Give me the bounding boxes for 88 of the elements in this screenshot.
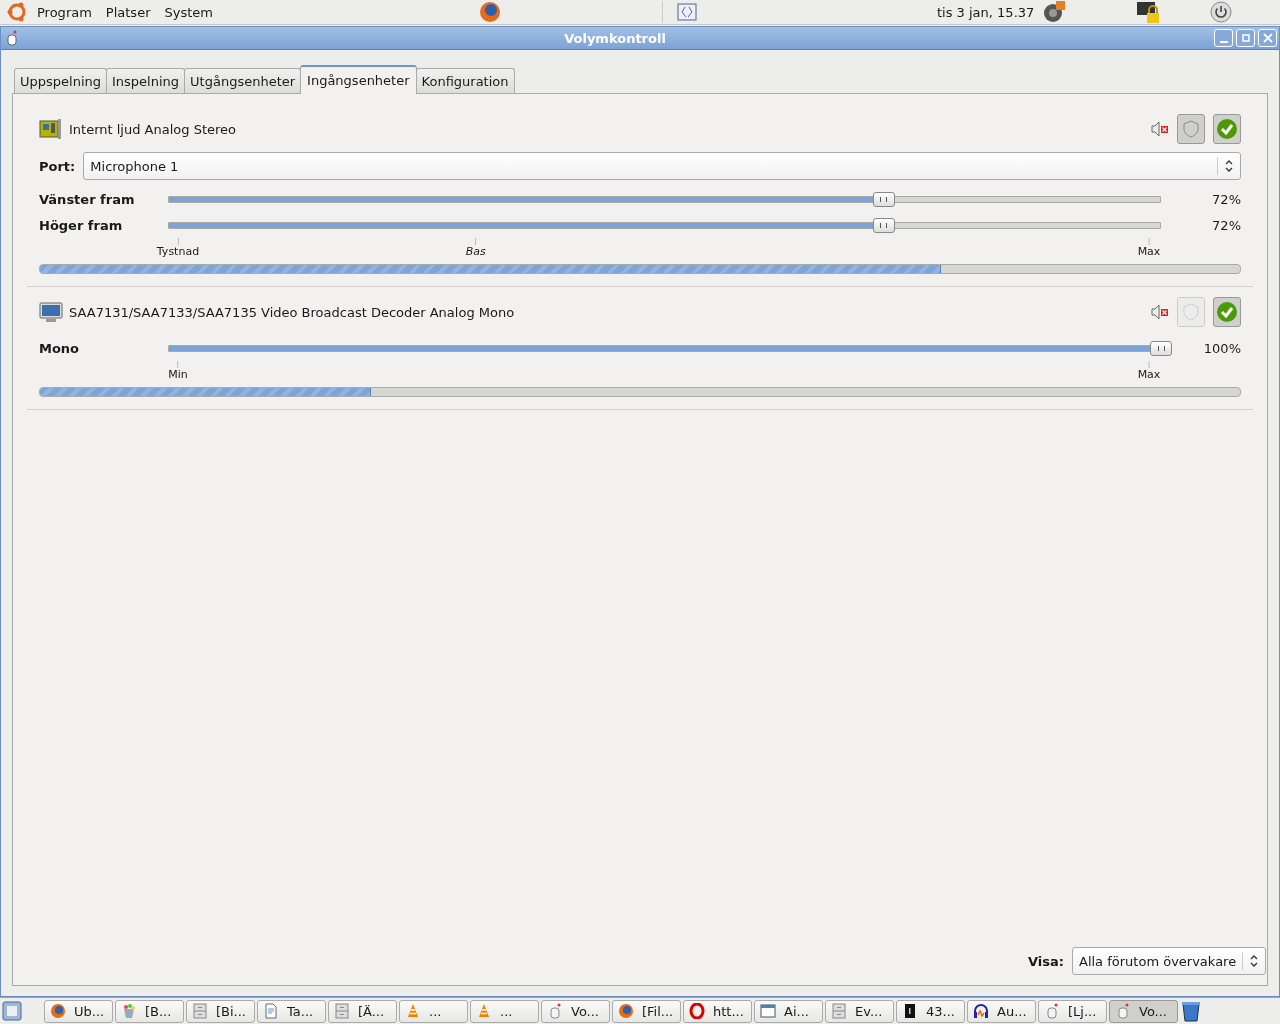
set-default-button[interactable] — [1213, 297, 1241, 327]
cabinet-icon — [831, 1003, 847, 1019]
view-dropdown[interactable]: Alla förutom övervakare — [1072, 947, 1266, 975]
checkmark-icon — [1216, 118, 1238, 140]
taskbar-button[interactable]: [Ä... — [328, 999, 397, 1023]
channel-label: Vänster fram — [39, 190, 136, 209]
monitor-icon — [39, 301, 63, 323]
traffic-cone-icon — [405, 1003, 421, 1019]
tick-label: Max — [1137, 245, 1161, 259]
tick-label: Tystnad — [156, 245, 200, 259]
volume-percent: 100% — [1202, 340, 1241, 356]
shield-icon — [1183, 303, 1199, 321]
minimize-button[interactable] — [1214, 29, 1233, 47]
logo-icon[interactable] — [6, 1, 28, 23]
paint-icon — [121, 1003, 137, 1019]
cabinet-icon — [192, 1003, 208, 1019]
microphone-icon — [1115, 1003, 1131, 1019]
panel-menu[interactable]: Platser — [98, 4, 158, 20]
traffic-cone-icon — [476, 1003, 492, 1019]
tick-label: Max — [1137, 368, 1161, 382]
channel-label: Mono — [39, 339, 81, 358]
taskbar-button[interactable]: Vo... — [1109, 999, 1178, 1023]
close-button[interactable] — [1258, 29, 1277, 47]
taskbar-button[interactable]: Ub... — [44, 999, 113, 1023]
checkmark-icon — [1216, 301, 1238, 323]
shield-icon — [1183, 120, 1199, 138]
lock-toggle-button[interactable] — [1177, 114, 1205, 144]
muted-speaker-icon[interactable] — [1151, 121, 1169, 137]
microphone-icon — [1044, 1003, 1060, 1019]
letter-o-icon — [689, 1003, 705, 1019]
taskbar-button[interactable]: Vo... — [541, 999, 610, 1023]
muted-speaker-icon[interactable] — [1151, 304, 1169, 320]
port-label: Port: — [39, 158, 76, 174]
taskbar-button[interactable]: [Fil... — [612, 999, 681, 1023]
show-desktop-icon[interactable] — [2, 1001, 22, 1021]
window-icon — [760, 1003, 776, 1019]
dropdown-arrows-icon — [1224, 159, 1234, 173]
tab[interactable]: Uppspelning — [14, 68, 107, 93]
minimize-icon — [1219, 41, 1228, 43]
device-name: Internt ljud Analog Stereo — [69, 121, 236, 137]
device-name: SAA7131/SAA7133/SAA7135 Video Broadcast Decoder Analog Mono — [69, 304, 515, 320]
dropdown-arrows-icon — [1249, 954, 1259, 968]
volume-percent: 72% — [1211, 191, 1241, 207]
taskbar-button[interactable]: ... — [470, 999, 539, 1023]
tick-label: Bas — [465, 245, 486, 259]
taskbar-button[interactable]: Ta... — [257, 999, 326, 1023]
power-icon[interactable] — [1210, 1, 1233, 23]
tick-label: Min — [168, 368, 188, 382]
cabinet-icon — [334, 1003, 350, 1019]
tab[interactable]: Utgångsenheter — [184, 68, 302, 93]
panel-menu[interactable]: Program — [30, 4, 99, 20]
lock-toggle-button[interactable] — [1177, 297, 1205, 327]
speaker-note-icon[interactable] — [1042, 0, 1067, 24]
window-title: Volymkontroll — [563, 30, 667, 46]
tab[interactable]: Konfiguration — [415, 68, 515, 93]
lock-screen-icon[interactable] — [1136, 0, 1161, 24]
taskbar-button[interactable]: Ai... — [754, 999, 823, 1023]
volume-percent: 72% — [1211, 217, 1241, 233]
sound-card-icon — [39, 118, 63, 140]
taskbar-button[interactable]: [Lj... — [1038, 999, 1107, 1023]
set-default-button[interactable] — [1213, 114, 1241, 144]
taskbar-button[interactable]: [B... — [115, 999, 184, 1023]
taskbar-button[interactable]: ... — [399, 999, 468, 1023]
taskbar-button[interactable]: Au... — [967, 999, 1036, 1023]
headphones-icon — [973, 1003, 989, 1019]
maximize-icon — [1240, 33, 1251, 43]
close-icon — [1262, 33, 1273, 43]
trash-icon[interactable] — [1180, 1000, 1202, 1022]
microphone-icon — [547, 1003, 563, 1019]
taskbar-button[interactable]: [Bi... — [186, 999, 255, 1023]
document-icon — [263, 1003, 279, 1019]
browser-icon — [50, 1003, 66, 1019]
tab[interactable]: Inspelning — [106, 68, 186, 93]
taskbar-button[interactable]: 43... — [896, 999, 965, 1023]
clock[interactable]: tis 3 jan, 15.37 — [937, 4, 1035, 20]
panel-menu[interactable]: System — [157, 4, 220, 20]
browser-icon — [618, 1003, 634, 1019]
port-dropdown[interactable]: Microphone 1 — [83, 152, 1241, 180]
terminal-icon — [902, 1003, 918, 1019]
microphone-icon[interactable] — [5, 30, 19, 46]
taskbar-button[interactable]: htt... — [683, 999, 752, 1023]
browser-icon[interactable] — [478, 0, 502, 24]
view-label: Visa: — [1028, 953, 1064, 969]
tab[interactable]: Ingångsenheter — [300, 65, 417, 94]
taskbar-button[interactable]: Ev... — [825, 999, 894, 1023]
window-switch-icon[interactable] — [677, 2, 697, 22]
maximize-button[interactable] — [1236, 29, 1255, 47]
channel-label: Höger fram — [39, 216, 124, 235]
